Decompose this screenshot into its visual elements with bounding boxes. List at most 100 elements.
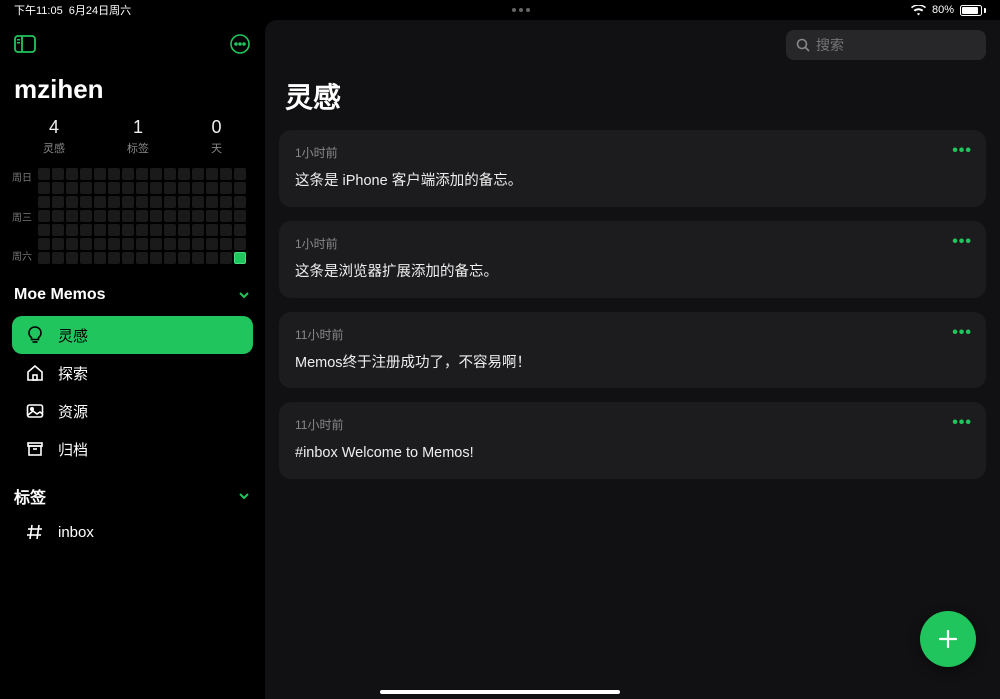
heatmap-cell[interactable] — [122, 168, 134, 180]
add-memo-button[interactable] — [920, 611, 976, 667]
heatmap-cell[interactable] — [80, 238, 92, 250]
heatmap-cell[interactable] — [220, 196, 232, 208]
heatmap-cell[interactable] — [234, 210, 246, 222]
multitask-dots[interactable] — [512, 8, 530, 12]
heatmap-cell[interactable] — [52, 196, 64, 208]
nav-item-inspiration[interactable]: 灵感 — [12, 316, 253, 354]
heatmap-cell[interactable] — [122, 224, 134, 236]
heatmap-cell[interactable] — [52, 224, 64, 236]
home-indicator[interactable] — [380, 690, 620, 694]
heatmap-cell[interactable] — [192, 196, 204, 208]
heatmap-cell[interactable] — [94, 224, 106, 236]
nav-item-archive[interactable]: 归档 — [12, 430, 253, 468]
search-input[interactable] — [816, 37, 997, 53]
heatmap-cell[interactable] — [122, 252, 134, 264]
heatmap-cell[interactable] — [206, 196, 218, 208]
heatmap-cell[interactable] — [220, 182, 232, 194]
nav-section-header[interactable]: Moe Memos — [12, 280, 253, 310]
heatmap-cell[interactable] — [220, 210, 232, 222]
heatmap-cell[interactable] — [178, 252, 190, 264]
heatmap-cell[interactable] — [234, 252, 246, 264]
heatmap-cell[interactable] — [66, 168, 78, 180]
heatmap-cell[interactable] — [234, 182, 246, 194]
heatmap-cell[interactable] — [206, 168, 218, 180]
heatmap-cell[interactable] — [234, 238, 246, 250]
heatmap-cell[interactable] — [206, 224, 218, 236]
heatmap-cell[interactable] — [38, 182, 50, 194]
heatmap-cell[interactable] — [80, 168, 92, 180]
heatmap-cell[interactable] — [150, 196, 162, 208]
search-box[interactable] — [786, 30, 986, 60]
heatmap-cell[interactable] — [94, 182, 106, 194]
heatmap-cell[interactable] — [38, 224, 50, 236]
heatmap-cell[interactable] — [234, 168, 246, 180]
heatmap-cell[interactable] — [94, 238, 106, 250]
heatmap-cell[interactable] — [66, 196, 78, 208]
heatmap-cell[interactable] — [164, 252, 176, 264]
heatmap-cell[interactable] — [136, 182, 148, 194]
heatmap-cell[interactable] — [108, 224, 120, 236]
sidebar-toggle-button[interactable] — [12, 31, 38, 57]
heatmap-cell[interactable] — [108, 182, 120, 194]
heatmap-cell[interactable] — [206, 252, 218, 264]
heatmap-cell[interactable] — [164, 238, 176, 250]
nav-item-resources[interactable]: 资源 — [12, 392, 253, 430]
heatmap-cell[interactable] — [192, 168, 204, 180]
heatmap-cell[interactable] — [38, 210, 50, 222]
heatmap-cell[interactable] — [80, 224, 92, 236]
heatmap-cell[interactable] — [150, 182, 162, 194]
heatmap-cell[interactable] — [164, 224, 176, 236]
heatmap-cell[interactable] — [164, 210, 176, 222]
heatmap-cell[interactable] — [66, 224, 78, 236]
heatmap-cell[interactable] — [108, 168, 120, 180]
heatmap-cell[interactable] — [220, 238, 232, 250]
heatmap-cell[interactable] — [122, 238, 134, 250]
heatmap-cell[interactable] — [234, 196, 246, 208]
heatmap-cell[interactable] — [178, 210, 190, 222]
memo-card[interactable]: 1小时前 这条是浏览器扩展添加的备忘。 ••• — [279, 221, 986, 298]
heatmap-cell[interactable] — [80, 196, 92, 208]
heatmap-cell[interactable] — [150, 252, 162, 264]
heatmap-cell[interactable] — [66, 210, 78, 222]
tags-section-header[interactable]: 标签 — [12, 478, 253, 514]
heatmap-cell[interactable] — [206, 182, 218, 194]
heatmap-cell[interactable] — [192, 238, 204, 250]
heatmap-cell[interactable] — [136, 252, 148, 264]
memo-card[interactable]: 11小时前 #inbox Welcome to Memos! ••• — [279, 402, 986, 479]
heatmap-cell[interactable] — [38, 196, 50, 208]
heatmap-cell[interactable] — [150, 168, 162, 180]
heatmap-cell[interactable] — [220, 224, 232, 236]
heatmap-cell[interactable] — [108, 252, 120, 264]
heatmap-cell[interactable] — [178, 224, 190, 236]
heatmap[interactable]: 周日 周三 周六 — [12, 168, 253, 264]
heatmap-cell[interactable] — [150, 238, 162, 250]
heatmap-cell[interactable] — [108, 196, 120, 208]
heatmap-cell[interactable] — [66, 252, 78, 264]
heatmap-cell[interactable] — [178, 168, 190, 180]
heatmap-cell[interactable] — [122, 210, 134, 222]
heatmap-cell[interactable] — [108, 210, 120, 222]
heatmap-cell[interactable] — [94, 196, 106, 208]
heatmap-cell[interactable] — [66, 182, 78, 194]
heatmap-cell[interactable] — [122, 196, 134, 208]
more-menu-button[interactable] — [227, 31, 253, 57]
memo-card[interactable]: 11小时前 Memos终于注册成功了，不容易啊！ ••• — [279, 312, 986, 389]
heatmap-cell[interactable] — [150, 224, 162, 236]
heatmap-cell[interactable] — [52, 238, 64, 250]
heatmap-cell[interactable] — [164, 168, 176, 180]
nav-item-explore[interactable]: 探索 — [12, 354, 253, 392]
heatmap-cell[interactable] — [52, 252, 64, 264]
heatmap-cell[interactable] — [94, 168, 106, 180]
heatmap-cell[interactable] — [234, 224, 246, 236]
heatmap-cell[interactable] — [52, 210, 64, 222]
heatmap-cell[interactable] — [150, 210, 162, 222]
heatmap-cell[interactable] — [108, 238, 120, 250]
heatmap-cell[interactable] — [192, 224, 204, 236]
heatmap-cell[interactable] — [122, 182, 134, 194]
heatmap-cell[interactable] — [38, 238, 50, 250]
heatmap-cell[interactable] — [220, 168, 232, 180]
heatmap-cell[interactable] — [164, 182, 176, 194]
memo-more-button[interactable]: ••• — [952, 142, 972, 160]
tag-item-inbox[interactable]: inbox — [12, 514, 253, 550]
heatmap-cell[interactable] — [52, 168, 64, 180]
